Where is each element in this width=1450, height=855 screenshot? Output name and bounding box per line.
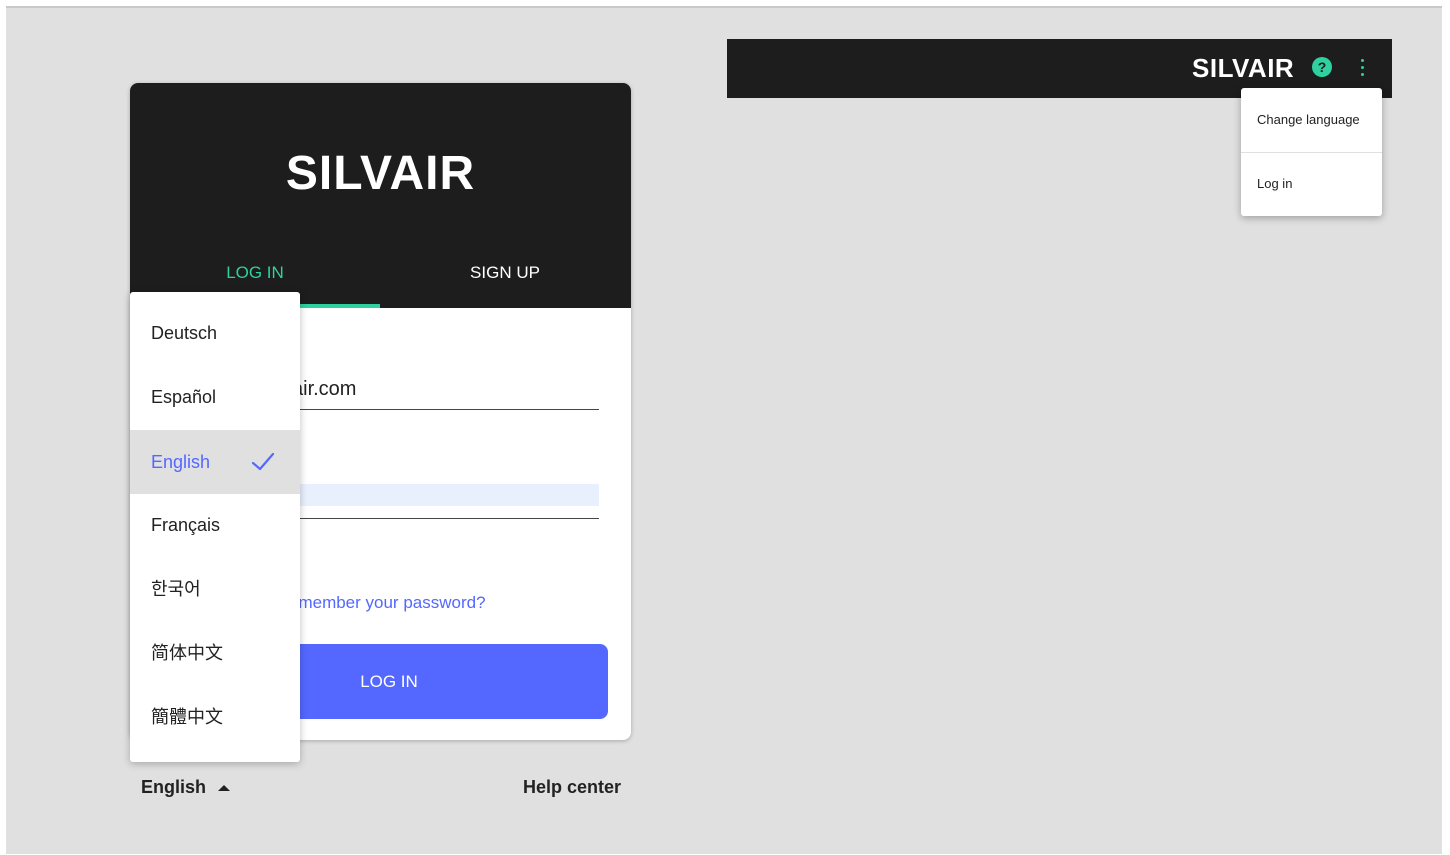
language-menu: Deutsch Español English Français 한국어 简体中… <box>130 292 300 762</box>
language-option-korean[interactable]: 한국어 <box>130 557 300 621</box>
menu-item-log-in[interactable]: Log in <box>1241 152 1382 216</box>
overflow-menu: Change language Log in <box>1241 88 1382 216</box>
silvair-logo: SILVAIR <box>285 147 476 200</box>
language-option-label: English <box>151 452 211 472</box>
language-option-traditional-chinese[interactable]: 簡體中文 <box>130 685 300 749</box>
tab-sign-up[interactable]: SIGN UP <box>380 263 630 283</box>
more-vert-icon[interactable] <box>1357 57 1367 79</box>
language-toggle-label: English <box>141 777 207 797</box>
card-header: SILVAIR LOG IN SIGN UP <box>130 83 631 308</box>
help-center-link[interactable]: Help center <box>523 777 621 798</box>
menu-item-change-language[interactable]: Change language <box>1241 88 1382 152</box>
caret-up-icon <box>218 784 231 791</box>
forgot-password-label: emember your password? <box>289 593 486 612</box>
language-option-english[interactable]: English <box>130 430 300 494</box>
language-option-simplified-chinese[interactable]: 简体中文 <box>130 621 300 685</box>
language-option-deutsch[interactable]: Deutsch <box>130 301 300 365</box>
language-toggle[interactable]: English <box>141 777 231 798</box>
check-icon <box>251 452 275 471</box>
appbar-logo: SILVAIR <box>1192 53 1295 83</box>
language-option-francais[interactable]: Français <box>130 493 300 557</box>
language-option-espanol[interactable]: Español <box>130 365 300 429</box>
tab-log-in[interactable]: LOG IN <box>130 263 380 283</box>
help-icon[interactable]: ? <box>1312 57 1332 77</box>
